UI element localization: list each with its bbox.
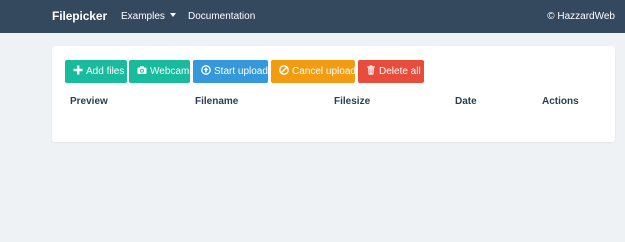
cancel-circle-icon [279,65,289,76]
webcam-button[interactable]: Webcam [129,60,190,83]
delete-all-button[interactable]: Delete all [358,60,424,83]
brand-logo[interactable]: Filepicker [52,9,107,23]
trash-icon [367,65,375,75]
nav-documentation-link[interactable]: Documentation [188,11,255,22]
filepicker-panel: Add files Webcam Start upload Cancel upl… [52,46,615,142]
webcam-label: Webcam [150,66,190,77]
cancel-upload-label: Cancel upload [292,66,356,77]
navbar: Filepicker Examples Documentation © Hazz… [0,0,625,33]
upload-circle-icon [201,65,211,76]
start-upload-button[interactable]: Start upload [193,60,268,83]
add-files-button[interactable]: Add files [65,60,127,83]
plus-icon [73,65,83,75]
camera-icon [137,66,147,75]
column-header-filename: Filename [195,96,239,107]
delete-all-label: Delete all [379,66,421,77]
start-upload-label: Start upload [214,66,268,77]
cancel-upload-button[interactable]: Cancel upload [271,60,356,83]
caret-down-icon [169,13,176,18]
add-files-label: Add files [86,66,125,77]
column-header-filesize: Filesize [334,96,371,107]
column-header-date: Date [455,96,477,107]
column-header-actions: Actions [542,96,579,107]
nav-examples-label: Examples [121,11,165,22]
column-header-preview: Preview [70,96,108,107]
copyright-credit[interactable]: © HazzardWeb [547,11,615,22]
files-table-header: Preview Filename Filesize Date Actions [52,96,615,110]
nav-examples-dropdown[interactable]: Examples [121,11,176,22]
